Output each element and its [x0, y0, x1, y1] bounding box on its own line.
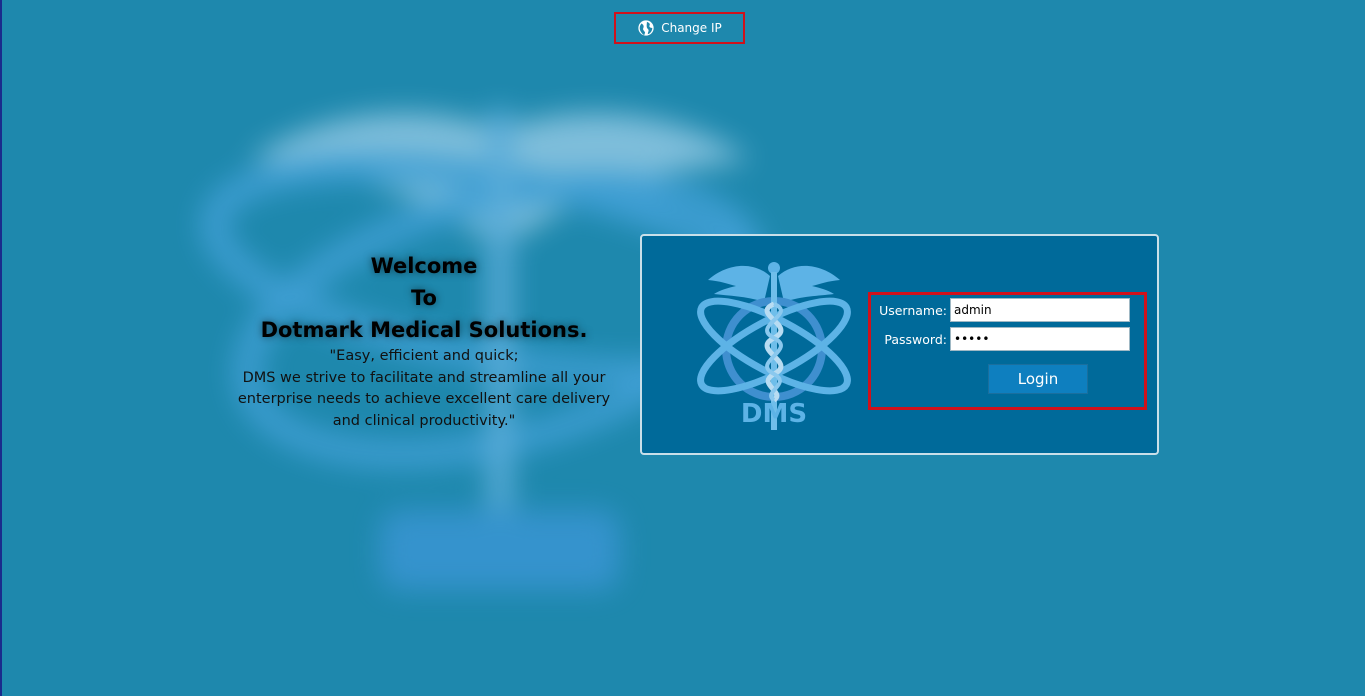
password-input[interactable]	[950, 327, 1130, 351]
change-ip-label: Change IP	[661, 21, 722, 35]
login-form: Username: Password: Login	[868, 292, 1147, 410]
window-left-edge	[0, 0, 2, 696]
password-row: Password:	[877, 327, 1130, 351]
login-button[interactable]: Login	[988, 364, 1088, 394]
username-input[interactable]	[950, 298, 1130, 322]
welcome-quote-1: "Easy, efficient and quick;	[329, 348, 519, 364]
welcome-line-1: Welcome	[370, 254, 478, 278]
login-panel: DMS Username: Password: Login	[640, 234, 1159, 455]
username-row: Username:	[877, 298, 1130, 322]
globe-icon	[638, 20, 654, 36]
welcome-line-3: Dotmark Medical Solutions.	[260, 318, 588, 342]
logo-text: DMS	[741, 399, 807, 429]
password-label: Password:	[884, 331, 947, 347]
welcome-quote-4: and clinical productivity."	[332, 412, 516, 429]
username-label: Username:	[879, 302, 947, 318]
dms-caduceus-logo: DMS	[697, 262, 851, 430]
change-ip-button[interactable]: Change IP	[614, 12, 745, 44]
welcome-quote-2: DMS we strive to facilitate and streamli…	[242, 369, 606, 386]
welcome-section: Welcome To Dotmark Medical Solutions. "E…	[224, 250, 624, 432]
welcome-quote-3: enterprise needs to achieve excellent ca…	[237, 391, 611, 407]
welcome-line-2: To	[411, 286, 437, 310]
